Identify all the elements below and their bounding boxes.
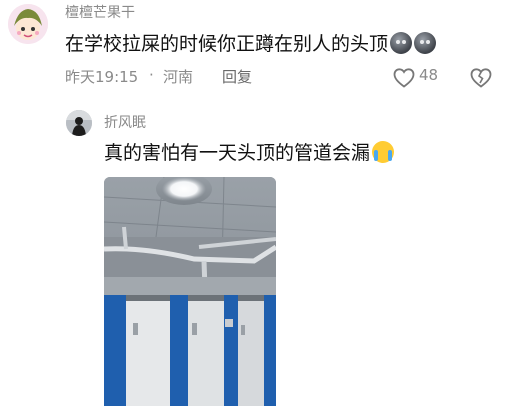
comment-meta-row: 昨天19:15 · 河南 回复 48 <box>65 66 505 88</box>
dark-moon-face-icon <box>390 32 413 54</box>
location-separator: · <box>149 66 154 84</box>
reply-button[interactable]: 回复 <box>222 66 252 87</box>
dislike-broken-heart-icon[interactable] <box>469 66 493 94</box>
comment-text: 在学校拉屎的时候你正蹲在别人的头顶 <box>65 30 437 58</box>
like-heart-icon[interactable] <box>392 66 416 94</box>
reply-username[interactable]: 折风眠 <box>104 112 146 132</box>
like-count: 48 <box>419 66 439 84</box>
comment-body: 在学校拉屎的时候你正蹲在别人的头顶 <box>65 33 389 55</box>
dark-moon-face-icon <box>414 32 437 54</box>
loudly-crying-face-icon <box>372 141 395 163</box>
comment-timestamp: 昨天19:15 <box>65 68 139 86</box>
commenter-username[interactable]: 檀檀芒果干 <box>65 2 135 22</box>
commenter-avatar[interactable] <box>8 4 48 44</box>
reply-photo-toilet-stalls[interactable] <box>104 177 276 406</box>
reply-text: 真的害怕有一天头顶的管道会漏 <box>104 139 395 167</box>
reply-body: 真的害怕有一天头顶的管道会漏 <box>104 142 371 164</box>
reply-avatar[interactable] <box>66 110 92 136</box>
comment-location: 河南 <box>163 68 194 86</box>
